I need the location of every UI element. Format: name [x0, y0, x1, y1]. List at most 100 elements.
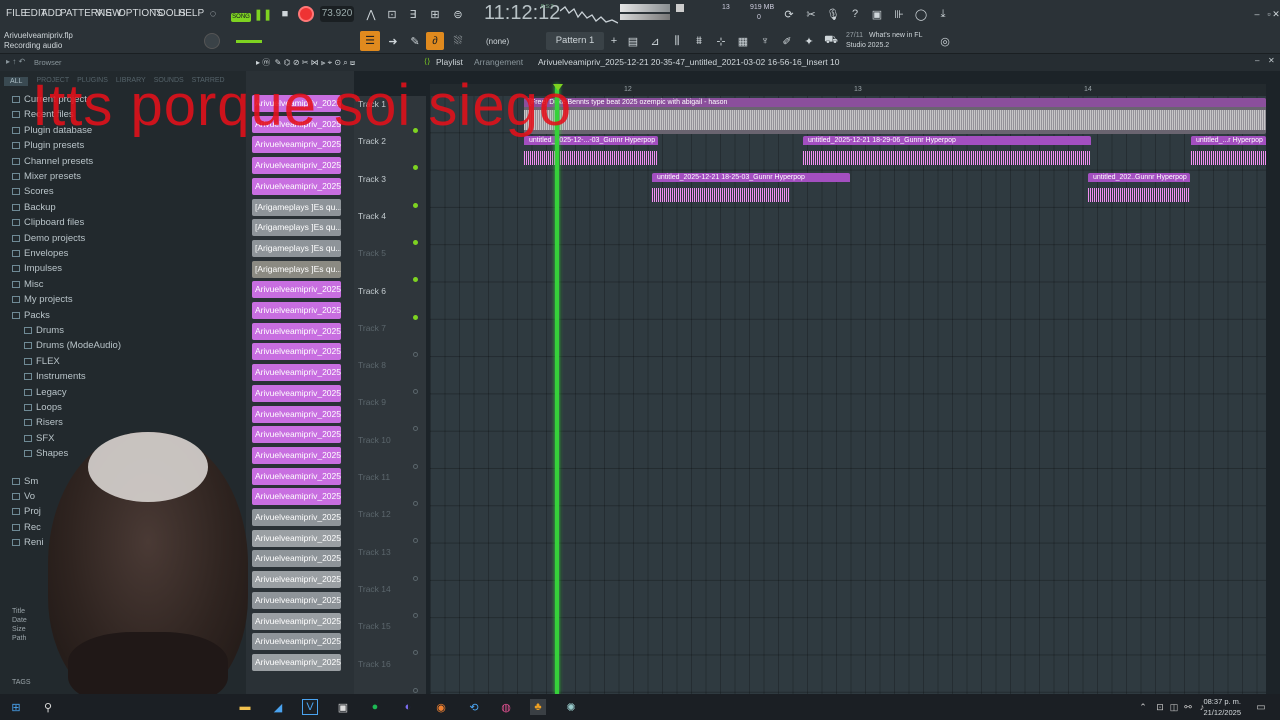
news-title[interactable]: What's new in FL	[869, 32, 922, 39]
playlist-clip-track3-b[interactable]: untitled_202..Gunnr Hyperpop	[1088, 173, 1190, 209]
browser-item[interactable]: Channel presets	[12, 156, 93, 167]
browser-item[interactable]: Plugin presets	[12, 140, 84, 151]
browser-pack-item[interactable]: SFX	[24, 433, 54, 444]
pattern-selector[interactable]: Pattern 1	[546, 32, 604, 50]
channel-clip[interactable]: Arivuelveamipriv_2025-1...	[252, 364, 341, 382]
app-2-icon[interactable]: ✺	[563, 699, 579, 715]
metronome-icon[interactable]: ⋀	[362, 5, 380, 23]
channel-clip[interactable]: [Arigameplays ]Es qu...	[252, 198, 341, 216]
browser-tab-all[interactable]: ALL	[4, 77, 29, 86]
track-mute-icon[interactable]	[413, 202, 418, 208]
browser-pack-item[interactable]: Shapes	[24, 448, 68, 459]
snap-select[interactable]: (none)	[486, 37, 509, 46]
master-volume-knob[interactable]	[204, 33, 220, 49]
close-icon[interactable]: ✕	[1267, 5, 1280, 23]
refresh-app-icon[interactable]: ⟲	[466, 699, 482, 715]
channel-clip[interactable]: Arivuelveamipriv_2025-1...	[252, 467, 341, 485]
browser-item[interactable]: Reni	[12, 537, 44, 548]
notifications-icon[interactable]: ▭	[1253, 699, 1269, 715]
browser-item[interactable]: Sm	[12, 476, 38, 487]
channel-clip[interactable]: Arivuelveamipriv_2025-1...	[252, 322, 341, 340]
playlist-minimize-icon[interactable]: –	[1255, 56, 1259, 65]
steam-icon[interactable]: ◢	[270, 699, 286, 715]
track-label[interactable]: Track 16	[358, 659, 391, 669]
play-icon[interactable]: ❚❚	[254, 5, 272, 23]
record-icon[interactable]	[298, 6, 314, 22]
channel-clip[interactable]: Arivuelveamipriv_2025-1...	[252, 653, 341, 671]
browser-pack-item[interactable]: FLEX	[24, 356, 60, 367]
channel-clip[interactable]: Arivuelveamipriv_2025-1...	[252, 343, 341, 361]
track-label[interactable]: Track 9	[358, 397, 386, 407]
channel-clip[interactable]: Arivuelveamipriv_2025-1...	[252, 529, 341, 547]
channel-clip[interactable]: Arivuelveamipriv_2025-1...	[252, 281, 341, 299]
browser-item[interactable]: Envelopes	[12, 248, 68, 259]
browser-pack-item[interactable]: Risers	[24, 417, 63, 428]
browser-item[interactable]: Impulses	[12, 263, 62, 274]
channel-clip[interactable]: [Arigameplays ]Es qu...	[252, 260, 341, 278]
save-icon[interactable]: ▣	[868, 5, 886, 23]
undo-icon[interactable]: ⟳	[780, 5, 798, 23]
track-mute-icon[interactable]	[413, 575, 418, 581]
tags-label[interactable]: TAGS	[12, 679, 31, 686]
spotify-icon[interactable]: ●	[367, 699, 383, 715]
track-label[interactable]: Track 7	[358, 323, 386, 333]
playlist-clip-track3-a[interactable]: untitled_2025-12-21 18-25-03_Gunnr Hyper…	[652, 173, 850, 209]
file-explorer-icon[interactable]: ▬	[237, 699, 253, 715]
browser-nav-arrows[interactable]: ▸ ↑ ↶	[6, 57, 25, 66]
channel-clip[interactable]: Arivuelveamipriv_2025-1...	[252, 157, 341, 175]
track-label[interactable]: Track 3	[358, 174, 386, 184]
track-label[interactable]: Track 15	[358, 621, 391, 631]
menu-add[interactable]: ADD	[41, 8, 62, 19]
tempo-display[interactable]: 73.920	[320, 6, 354, 22]
browser-item[interactable]: Clipboard files	[12, 217, 84, 228]
browser-item[interactable]: My projects	[12, 294, 73, 305]
globe-icon[interactable]: ◎	[936, 32, 954, 50]
browser-item[interactable]: Vo	[12, 491, 35, 502]
wand-icon[interactable]: ✦	[800, 32, 818, 50]
browser-item[interactable]: Demo projects	[12, 233, 85, 244]
mixer-view-icon[interactable]: ⫼	[668, 32, 686, 50]
browser-pack-item[interactable]: Instruments	[24, 371, 86, 382]
channel-clip[interactable]: Arivuelveamipriv_2025-1...	[252, 384, 341, 402]
channel-clip[interactable]: Arivuelveamipriv_2025-1...	[252, 446, 341, 464]
add-pattern-icon[interactable]: +	[605, 32, 623, 50]
tray-time[interactable]: 08:37 p. m.	[1201, 697, 1241, 706]
vscode-icon[interactable]: V	[302, 699, 318, 715]
playlist-clip-track2-b[interactable]: untitled_2025-12-21 18-29-06_Gunnr Hyper…	[803, 136, 1091, 172]
channel-clip[interactable]: Arivuelveamipriv_2025-1...	[252, 612, 341, 630]
song-mode-toggle[interactable]: SONG	[231, 13, 251, 22]
firefox-icon[interactable]: ◉	[433, 699, 449, 715]
browser-item[interactable]: Rec	[12, 522, 41, 533]
track-label[interactable]: Track 11	[358, 472, 390, 482]
track-mute-icon[interactable]	[413, 687, 418, 693]
menu-help[interactable]: HELP	[178, 8, 204, 19]
playlist-clip-track2-a[interactable]: untitled_2025-12-...-03_Gunnr Hyperpop	[524, 136, 658, 172]
sliders-icon[interactable]: ⩩	[690, 32, 708, 50]
track-mute-icon[interactable]	[413, 314, 418, 320]
track-mute-icon[interactable]	[413, 612, 418, 618]
channel-clip[interactable]: Arivuelveamipriv_2025-1...	[252, 488, 341, 506]
browser-item[interactable]: Proj	[12, 506, 41, 517]
browser-item[interactable]: Backup	[12, 202, 56, 213]
blend-icon[interactable]: ⊞	[426, 5, 444, 23]
channel-clip[interactable]: Arivuelveamipriv_2025-1...	[252, 177, 341, 195]
playhead[interactable]	[555, 84, 559, 694]
browser-pack-item[interactable]: Drums (ModeAudio)	[24, 340, 121, 351]
browser-item[interactable]: Packs	[12, 310, 50, 321]
track-mute-icon[interactable]	[413, 351, 418, 357]
channel-clip[interactable]: Arivuelveamipriv_2025-1...	[252, 426, 341, 444]
channel-clip[interactable]: [Arigameplays ]Es qu...	[252, 239, 341, 257]
tray-date[interactable]: 21/12/2025	[1201, 708, 1241, 717]
tray-chevron-icon[interactable]: ⌃	[1135, 699, 1151, 715]
browser-pack-item[interactable]: Drums	[24, 325, 64, 336]
track-label[interactable]: Track 4	[358, 211, 386, 221]
record-mode-icon[interactable]: ◌	[204, 5, 222, 23]
epic-games-icon[interactable]: ▣	[335, 699, 351, 715]
browser-item[interactable]: Mixer presets	[12, 171, 81, 182]
step-edit-icon[interactable]: ∃	[404, 5, 422, 23]
windows-start-icon[interactable]: ⊞	[8, 699, 24, 715]
stop-icon[interactable]: ■	[276, 5, 294, 23]
playlist-tools[interactable]: ▸ ⓜ ✎ ⌬ ⊘ ✂ ⋈ ⫸ ⌖ ⊙ ⌕ ⧈	[256, 57, 355, 68]
playlist-clip-track2-c[interactable]: untitled_...r Hyperpop	[1191, 136, 1266, 172]
playlist-clip-track1[interactable]: [Free] Duke Bennts type beat 2025 ozempi…	[524, 98, 1266, 134]
